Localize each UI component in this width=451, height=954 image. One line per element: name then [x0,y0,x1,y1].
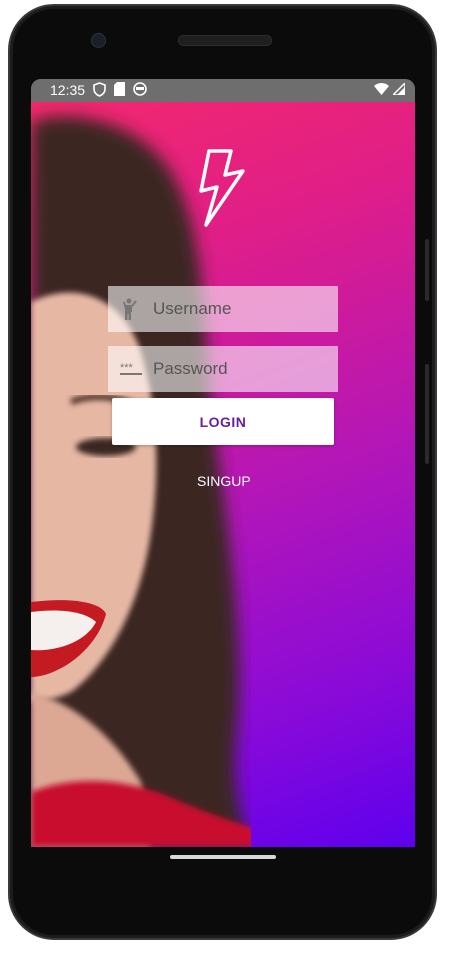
volume-button [425,239,429,301]
password-input[interactable] [153,359,328,379]
status-time: 12:35 [50,82,86,98]
face-icon [133,82,147,96]
status-system-icons [374,83,405,95]
status-bar: 12:35 [31,79,415,102]
navigation-bar [31,847,415,887]
wifi-icon [374,83,389,95]
signal-icon [393,83,405,95]
password-row[interactable]: *** [108,346,338,392]
login-button[interactable]: LOGIN [112,398,334,445]
earpiece-speaker [178,35,272,46]
username-row[interactable] [108,286,338,332]
person-waving-icon [108,297,153,321]
lightning-bolt-icon [199,149,245,227]
sd-card-icon [114,82,125,96]
password-dots-icon: *** [108,362,153,376]
signup-link[interactable]: SINGUP [197,473,251,489]
app-screen: 12:35 *** LOGIN SINGUP [31,79,415,847]
status-notification-icons [93,82,147,97]
home-gesture-bar[interactable] [170,855,276,859]
svg-text:***: *** [120,362,134,374]
front-camera [91,33,106,48]
shield-icon [93,82,106,97]
power-button [425,364,429,464]
username-input[interactable] [153,299,328,319]
